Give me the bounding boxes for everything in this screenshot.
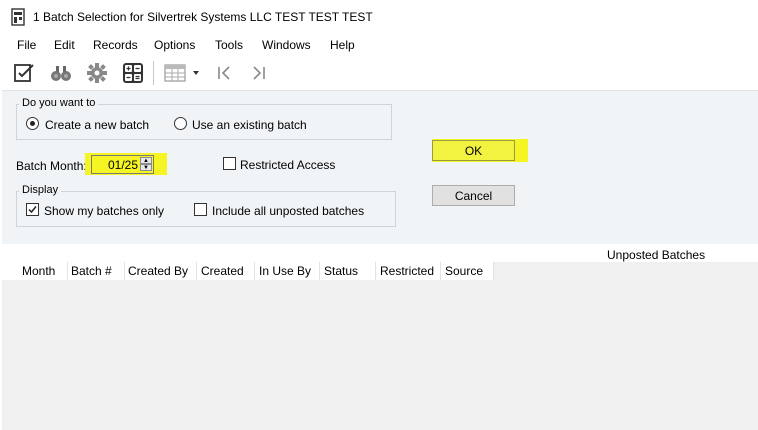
batches-grid[interactable]: Month Batch # Created By Created In Use … [2,262,758,430]
checkmark-icon [28,206,37,214]
use-existing-batch-label[interactable]: Use an existing batch [192,118,307,132]
toolbar [0,56,758,90]
menu-options[interactable]: Options [154,38,195,52]
gear-icon[interactable] [84,60,110,86]
cancel-button[interactable]: Cancel [432,185,515,206]
use-existing-batch-radio[interactable] [174,117,187,130]
show-my-batches-label[interactable]: Show my batches only [44,204,164,218]
batch-month-input[interactable]: 01/25 ▲ ▼ [91,155,154,174]
create-new-batch-label[interactable]: Create a new batch [45,118,149,132]
menu-help[interactable]: Help [330,38,355,52]
grid-view-icon[interactable] [162,60,188,86]
first-record-icon[interactable] [211,60,237,86]
window-title: 1 Batch Selection for Silvertrek Systems… [33,10,373,24]
last-record-icon[interactable] [246,60,272,86]
column-batch-number[interactable]: Batch # [67,262,125,280]
checklist-icon[interactable] [11,60,37,86]
batch-month-label: Batch Month: [16,159,87,173]
menu-file[interactable]: File [17,38,36,52]
toolbar-separator [153,61,154,85]
restricted-access-checkbox[interactable] [223,157,236,170]
menu-edit[interactable]: Edit [54,38,75,52]
batch-month-spinner[interactable]: ▲ ▼ [140,157,152,172]
batch-choice-legend: Do you want to [19,97,99,109]
unposted-batches-caption: Unposted Batches [607,248,706,262]
display-legend: Display [19,184,62,196]
radio-selected-dot [30,121,35,126]
spin-down-icon[interactable]: ▼ [140,164,152,171]
column-in-use-by[interactable]: In Use By [255,262,320,280]
dropdown-arrow-icon[interactable] [189,60,203,86]
column-month[interactable]: Month [18,262,68,280]
column-source[interactable]: Source [441,262,494,280]
menu-windows[interactable]: Windows [262,38,311,52]
create-new-batch-radio[interactable] [26,117,39,130]
spin-up-icon[interactable]: ▲ [140,157,152,164]
menu-records[interactable]: Records [93,38,138,52]
ok-button[interactable]: OK [432,140,515,161]
restricted-access-label[interactable]: Restricted Access [240,158,335,172]
menu-bar: File Edit Records Options Tools Windows … [0,34,758,56]
menu-tools[interactable]: Tools [215,38,243,52]
column-restricted[interactable]: Restricted [376,262,441,280]
column-created-by[interactable]: Created By [124,262,197,280]
include-unposted-checkbox[interactable] [194,203,207,216]
include-unposted-label[interactable]: Include all unposted batches [212,204,364,218]
column-status[interactable]: Status [320,262,376,280]
binoculars-icon[interactable] [48,60,74,86]
batch-month-value: 01/25 [108,158,139,172]
grid-header: Month Batch # Created By Created In Use … [2,262,494,280]
show-my-batches-checkbox[interactable] [26,203,39,216]
calculator-icon[interactable] [120,60,146,86]
title-bar: 1 Batch Selection for Silvertrek Systems… [0,0,758,34]
column-created[interactable]: Created [197,262,255,280]
app-icon [11,8,25,26]
